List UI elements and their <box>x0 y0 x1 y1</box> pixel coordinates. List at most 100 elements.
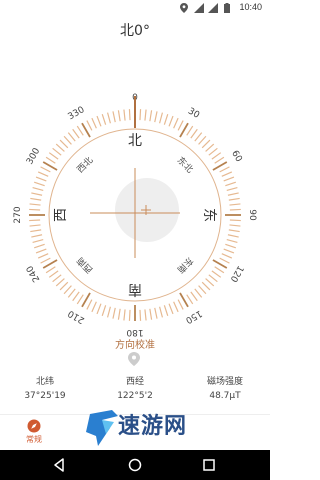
longitude-label: 西经 <box>125 377 144 387</box>
degree-label: 240 <box>25 263 42 283</box>
compass-tick <box>194 288 203 298</box>
compass-tick <box>223 176 235 182</box>
compass-tick <box>163 114 169 125</box>
compass-tick <box>31 192 43 196</box>
degree-label: 150 <box>183 308 203 325</box>
compass-tick <box>112 111 116 123</box>
compass-tick <box>96 303 102 315</box>
compass-tick <box>55 143 65 152</box>
compass-tick <box>48 152 59 160</box>
compass-tick <box>96 115 102 127</box>
compass-tick <box>37 171 49 177</box>
compass-tick <box>45 266 56 274</box>
longitude-value: 122°5'2 <box>117 391 153 401</box>
cardinal-label-e: 东 <box>201 208 217 222</box>
compass-tick <box>214 156 225 164</box>
intercardinal-label-se: 东南 <box>175 255 196 276</box>
compass-tick <box>190 291 198 302</box>
compass-tick <box>201 139 211 149</box>
status-icons <box>180 3 230 13</box>
compass-tick <box>229 219 241 222</box>
compass-tick <box>59 139 69 149</box>
compass-tick <box>211 152 222 160</box>
compass-tick <box>106 112 111 124</box>
compass-tick <box>168 303 174 315</box>
status-bar: 10:40 <box>0 0 270 16</box>
compass-tick <box>149 308 153 320</box>
compass-tick <box>128 309 131 321</box>
back-button-icon[interactable] <box>54 458 64 472</box>
watermark-logo <box>86 410 118 446</box>
home-button-icon[interactable] <box>128 458 142 472</box>
degree-label: 30 <box>186 106 201 121</box>
compass-tick <box>139 109 142 121</box>
compass-tick <box>63 285 72 295</box>
compass-tick <box>76 125 84 136</box>
compass-tick <box>177 120 184 131</box>
compass-tick <box>72 291 80 302</box>
degree-label: 120 <box>228 264 245 284</box>
compass-tick <box>29 224 41 227</box>
compass-tick <box>29 208 41 211</box>
compass-tick <box>214 266 225 274</box>
compass-tick <box>154 111 158 123</box>
compass-tick <box>159 112 164 124</box>
compass-tick <box>86 299 93 310</box>
compass-tick <box>29 219 41 222</box>
compass-tick <box>123 309 126 321</box>
degree-label: 60 <box>229 149 244 164</box>
compass-tick <box>72 128 80 139</box>
compass-tick <box>45 156 56 164</box>
compass-tick <box>117 110 121 122</box>
compass-tick <box>163 305 169 316</box>
status-time: 10:40 <box>239 2 262 12</box>
location-icon <box>180 3 188 13</box>
compass-tick <box>186 294 194 305</box>
compass-tick <box>221 171 233 177</box>
compass-tick <box>144 109 147 121</box>
compass-tick <box>186 125 194 136</box>
compass-tick <box>40 166 51 173</box>
compass-tick <box>190 128 198 139</box>
cardinal-label-n: 北 <box>128 133 142 149</box>
compass-tick <box>221 253 233 259</box>
compass-dial[interactable]: 0306090120150180210240270300330 北东南西 东北东… <box>0 90 270 340</box>
compass-tick <box>144 309 147 321</box>
intercardinal-label-ne: 东北 <box>175 154 196 175</box>
cardinal-label-s: 南 <box>128 281 142 297</box>
compass-tick <box>30 197 42 201</box>
compass-tick <box>67 132 76 142</box>
compass-tick <box>59 281 69 291</box>
tab-general[interactable]: 常规 <box>4 417 64 449</box>
recents-button-icon[interactable] <box>203 459 215 471</box>
compass-tick <box>173 301 179 313</box>
degree-label: 300 <box>25 146 42 166</box>
compass-tick <box>101 114 107 125</box>
latitude-value: 37°25'19 <box>24 391 66 401</box>
compass-tick <box>52 147 62 156</box>
compass-tick <box>194 132 203 142</box>
compass-tick <box>63 135 72 145</box>
compass-tick <box>201 281 211 291</box>
compass-tick <box>55 278 65 287</box>
compass-tick <box>86 120 93 131</box>
compass-tick <box>227 234 239 238</box>
calibration-button[interactable]: 方向校准 <box>0 336 270 351</box>
compass-tick <box>106 306 111 318</box>
compass-tick <box>168 115 174 127</box>
compass-tick <box>219 166 230 173</box>
longitude-info: 西经 122°5'2 <box>90 376 180 403</box>
compass-tick <box>40 257 51 264</box>
compass-tick <box>159 306 164 318</box>
compass-tick <box>128 109 131 121</box>
watermark-emblem-icon <box>86 410 118 446</box>
compass-tick <box>226 186 238 191</box>
compass-tick <box>101 305 107 316</box>
compass-tick <box>219 257 230 264</box>
compass-tick <box>35 176 47 182</box>
compass-tick <box>91 301 97 313</box>
compass-tick <box>112 307 116 319</box>
compass-tick <box>177 299 184 310</box>
compass-tick <box>149 110 153 122</box>
compass-tick <box>32 186 44 191</box>
